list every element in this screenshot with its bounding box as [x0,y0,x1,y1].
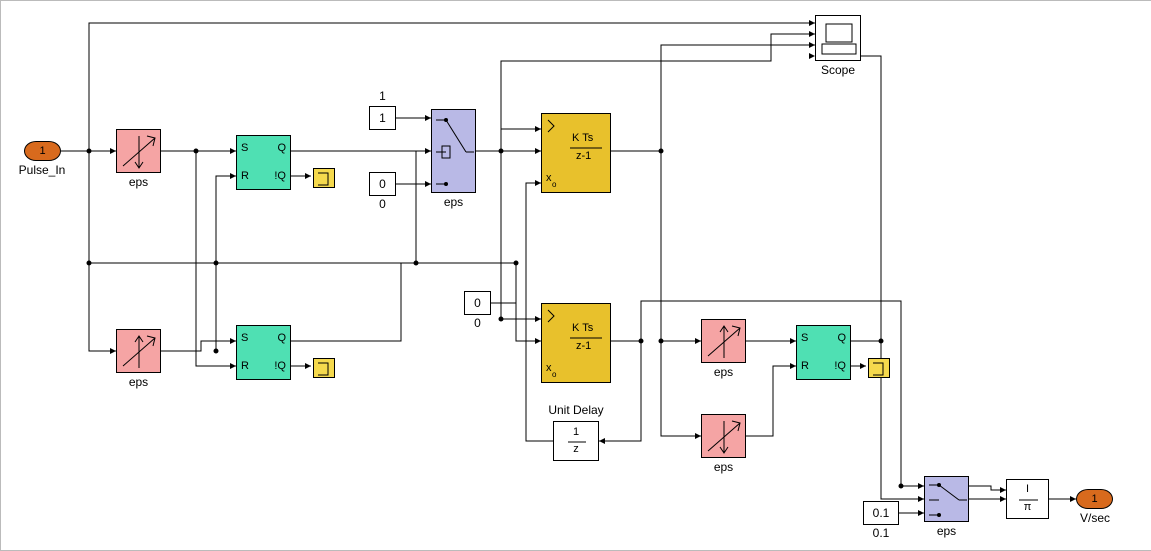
sr3-r: R [801,360,809,372]
detect-fall-icon [117,130,162,174]
int2-x-sub: o [552,370,556,379]
sr2-q: Q [277,332,286,344]
integrator-1[interactable]: K Ts z-1 x o [541,113,611,193]
outport-label: V/sec [1067,511,1123,525]
detect-rise-right[interactable] [701,319,746,363]
sr3-nq: !Q [834,360,846,372]
sr2-s: S [241,332,248,344]
terminator-1[interactable] [313,168,335,188]
switch-bottom[interactable] [924,476,969,522]
outport-vsec[interactable]: 1 [1076,489,1113,509]
sr-flipflop-3[interactable]: S R Q !Q [796,325,851,380]
detect-rise-right-label: eps [701,365,746,379]
constant-0b[interactable]: 0 [464,291,491,315]
divide-den: π [1007,501,1048,513]
detect-rise-bot-label: eps [116,375,161,389]
constant-0a-value: 0 [379,177,386,191]
ud-num: 1 [554,426,598,438]
inport-number: 1 [39,145,45,157]
int1-x: x [546,172,552,184]
sr-flipflop-1[interactable]: S R Q !Q [236,135,291,190]
unit-delay-label: Unit Delay [541,403,611,417]
inport-label: Pulse_In [11,163,73,177]
constant-0p1-label: 0.1 [863,526,899,540]
constant-0a-label: 0 [369,197,396,211]
terminator-icon [314,359,336,379]
int2-x: x [546,362,552,374]
detect-rise-bot[interactable] [116,329,161,373]
detect-fall-icon [702,415,747,459]
sr-flipflop-2[interactable]: S R Q !Q [236,325,291,380]
sr1-r: R [241,170,249,182]
switch-icon [432,110,477,194]
sr2-r: R [241,360,249,372]
int1-num: K Ts [572,132,593,144]
outport-number: 1 [1091,493,1097,505]
constant-1-label: 1 [369,89,396,103]
switch-bottom-label: eps [924,524,969,538]
detect-rise-icon [117,330,162,374]
terminator-2[interactable] [313,358,335,378]
divide-block[interactable]: I π [1006,479,1049,519]
int1-x-sub: o [552,180,556,189]
constant-0p1[interactable]: 0.1 [863,501,899,525]
sr1-s: S [241,142,248,154]
divide-num: I [1007,483,1048,495]
int2-den: z-1 [576,340,591,352]
integrator-2[interactable]: K Ts z-1 x o [541,303,611,383]
switch-top-label: eps [431,195,476,209]
detect-fall-top[interactable] [116,129,161,173]
int2-num: K Ts [572,322,593,334]
inport-pulse-in[interactable]: 1 [24,141,61,161]
detect-fall-right-label: eps [701,460,746,474]
terminator-icon [869,359,891,379]
int1-den: z-1 [576,150,591,162]
scope-block[interactable] [815,15,861,61]
sr2-nq: !Q [274,360,286,372]
scope-icon [816,16,862,62]
detect-fall-top-label: eps [116,175,161,189]
switch-icon [925,477,970,523]
constant-0a[interactable]: 0 [369,172,396,196]
switch-top[interactable] [431,109,476,193]
terminator-icon [314,169,336,189]
sr1-q: Q [277,142,286,154]
ud-den: z [554,443,598,455]
scope-label: Scope [807,63,869,77]
sr3-s: S [801,332,808,344]
constant-0b-label: 0 [464,316,491,330]
constant-0b-value: 0 [474,296,481,310]
constant-0p1-value: 0.1 [873,506,890,520]
detect-fall-right[interactable] [701,414,746,458]
constant-1-value: 1 [379,111,386,125]
detect-rise-icon [702,320,747,364]
unit-delay[interactable]: 1 z [553,421,599,461]
terminator-3[interactable] [868,358,890,378]
simulink-canvas[interactable]: 1 Pulse_In eps eps S R Q !Q S R Q !Q 1 1… [0,0,1151,551]
constant-1[interactable]: 1 [369,106,396,130]
sr3-q: Q [837,332,846,344]
sr1-nq: !Q [274,170,286,182]
wires-layer [1,1,1151,550]
